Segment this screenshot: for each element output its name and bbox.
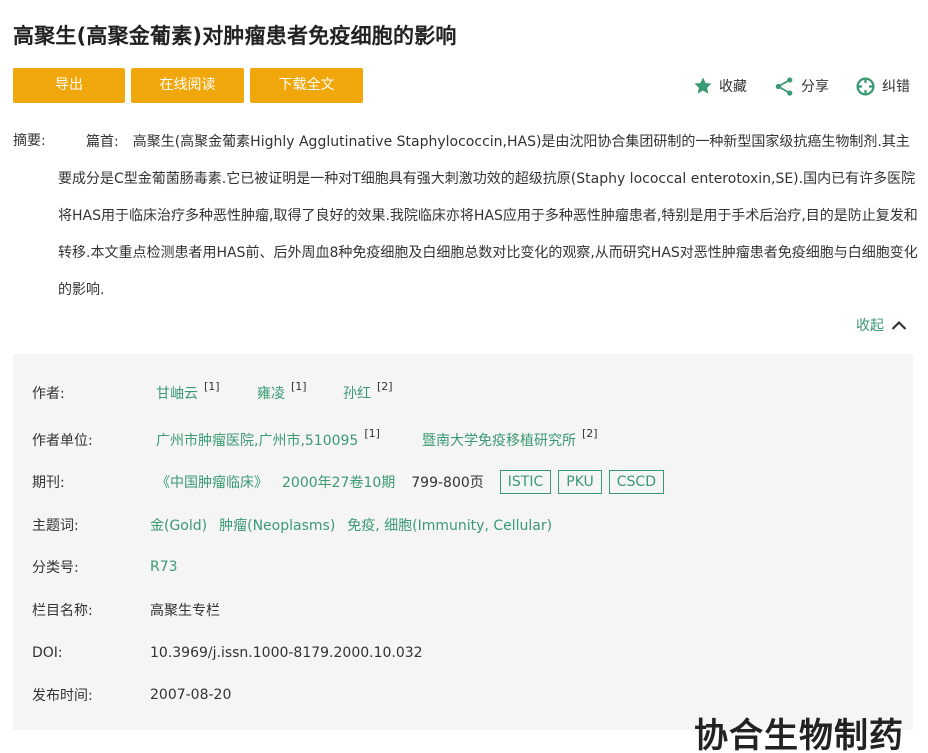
publish-date-value: 2007-08-20 (150, 687, 232, 703)
collapse-label: 收起 (856, 318, 884, 334)
column-value: 高聚生专栏 (150, 603, 220, 619)
journal-link[interactable]: 《中国肿瘤临床》 (156, 472, 268, 492)
keyword-link[interactable]: 肿瘤(Neoplasms) (219, 515, 335, 535)
affiliation-item: 广州市肿瘤医院,广州市,510095 [1] (156, 426, 380, 450)
abstract-text: 篇首: 高聚生(高聚金葡素Highly Agglutinative Staphyl… (58, 124, 918, 309)
page-title: 高聚生(高聚金葡素)对肿瘤患者免疫细胞的影响 (13, 24, 457, 48)
author-ref: [1] (291, 379, 307, 393)
journal-label: 期刊: (32, 475, 65, 491)
export-button[interactable]: 导出 (13, 68, 125, 103)
journal-pages: 799-800页 (411, 475, 484, 491)
affiliation-ref: [1] (364, 426, 380, 440)
index-badge[interactable]: CSCD (608, 470, 664, 494)
crosshair-icon (856, 76, 875, 96)
chevron-up-icon (891, 320, 907, 330)
collapse-abstract-button[interactable]: 收起 (856, 313, 907, 337)
author-ref: [1] (204, 379, 220, 393)
report-error-action[interactable]: 纠错 (855, 75, 910, 97)
publish-date-label: 发布时间: (32, 688, 93, 704)
keywords-label: 主题词: (32, 518, 79, 534)
company-watermark: 协合生物制药 (694, 716, 904, 753)
author-link[interactable]: 甘岫云 (156, 383, 198, 403)
doi-value: 10.3969/j.issn.1000-8179.2000.10.032 (150, 645, 423, 661)
share-action[interactable]: 分享 (774, 75, 829, 97)
author-link[interactable]: 雍凌 (257, 383, 285, 403)
favorite-action[interactable]: 收藏 (693, 75, 747, 97)
favorite-label: 收藏 (719, 79, 747, 95)
author-link[interactable]: 孙红 (343, 383, 371, 403)
classification-link[interactable]: R73 (150, 559, 178, 575)
affiliation-link[interactable]: 暨南大学免疫移植研究所 (422, 430, 576, 450)
abstract-prefix: 篇首: (86, 134, 119, 150)
abstract-body: 高聚生(高聚金葡素Highly Agglutinative Staphyloco… (58, 134, 918, 298)
keyword-link[interactable]: 金(Gold) (150, 515, 207, 535)
index-badge[interactable]: PKU (558, 470, 602, 494)
download-fulltext-button[interactable]: 下载全文 (250, 68, 363, 103)
affiliation-item: 暨南大学免疫移植研究所 [2] (422, 426, 598, 450)
report-error-label: 纠错 (882, 79, 910, 95)
journal-issue-link[interactable]: 2000年27卷10期 (282, 472, 395, 492)
affiliation-ref: [2] (582, 426, 598, 440)
star-icon (694, 77, 712, 94)
doi-label: DOI: (32, 645, 63, 661)
classification-label: 分类号: (32, 560, 79, 576)
author-item: 甘岫云 [1] (156, 379, 220, 403)
read-online-button[interactable]: 在线阅读 (131, 68, 244, 103)
author-item: 孙红 [2] (343, 379, 393, 403)
author-ref: [2] (377, 379, 393, 393)
affiliation-link[interactable]: 广州市肿瘤医院,广州市,510095 (156, 430, 358, 450)
affiliations-label: 作者单位: (32, 433, 93, 449)
abstract-label: 摘要: (13, 133, 46, 149)
keyword-link[interactable]: 免疫, 细胞(Immunity, Cellular) (347, 515, 552, 535)
column-label: 栏目名称: (32, 603, 93, 619)
author-item: 雍凌 [1] (257, 379, 307, 403)
index-badge[interactable]: ISTIC (499, 470, 552, 494)
share-icon (775, 76, 793, 96)
share-label: 分享 (801, 79, 829, 95)
authors-label: 作者: (32, 386, 65, 402)
metadata-panel: 作者: 甘岫云 [1] 雍凌 [1] 孙红 [2] 作者单位: 广州市肿瘤医院,广州市… (13, 354, 913, 730)
